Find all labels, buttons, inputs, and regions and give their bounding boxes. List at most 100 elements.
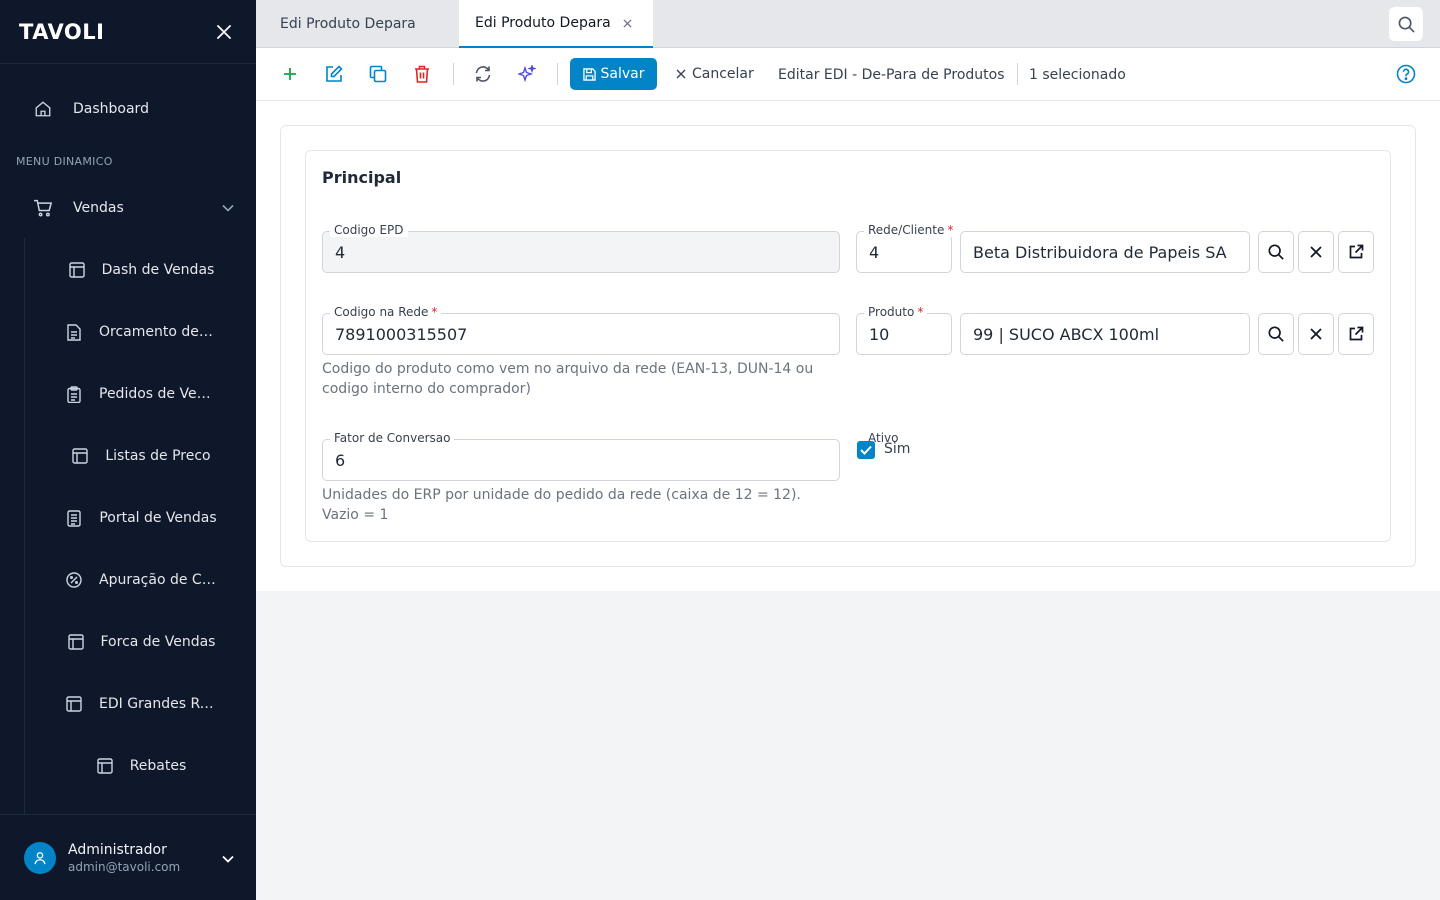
rede-cliente-search-button[interactable] (1258, 231, 1294, 273)
codigo-rede-value: 7891000315507 (335, 324, 468, 344)
tab-bar: Edi Produto Depara Edi Produto Depara (256, 0, 1440, 48)
required-marker: * (947, 223, 954, 237)
chevron-down-icon (222, 200, 234, 216)
duplicate-button[interactable] (366, 62, 390, 86)
ai-assist-button[interactable] (515, 62, 539, 86)
user-name: Administrador (68, 841, 167, 858)
sidebar-group-label: Vendas (73, 200, 124, 216)
codigo-rede-hint: Codigo do produto como vem no arquivo da… (322, 359, 813, 399)
sidebar-item-forca-vendas[interactable]: Forca de Vendas (25, 622, 257, 662)
sidebar-item-listas-preco[interactable]: Listas de Preco (25, 436, 257, 476)
fator-conversao-hint: Unidades do ERP por unidade do pedido da… (322, 485, 801, 525)
close-icon (1310, 328, 1322, 340)
rede-cliente-clear-button[interactable] (1298, 231, 1334, 273)
toolbar-divider (557, 63, 558, 85)
external-link-icon (1348, 326, 1364, 342)
produto-code-input[interactable]: 10 (856, 313, 952, 355)
hint-line: Unidades do ERP por unidade do pedido da… (322, 487, 801, 503)
document-icon (65, 509, 83, 527)
produto-open-button[interactable] (1338, 313, 1374, 355)
layout-icon (71, 447, 89, 465)
sidebar-item-rebates[interactable]: Rebates (25, 746, 257, 786)
layout-icon (68, 261, 86, 279)
selection-count: 1 selecionado (1029, 66, 1126, 83)
close-tab-icon[interactable] (623, 18, 632, 28)
sidebar-group-vendas[interactable]: Vendas (0, 188, 256, 228)
sidebar-item-label: Rebates (129, 758, 187, 774)
label-text: Codigo na Rede (334, 305, 429, 319)
label-text: Fator de Conversao (334, 431, 451, 445)
fator-conversao-input[interactable]: 6 (322, 439, 840, 481)
sidebar-item-label: Dashboard (73, 101, 149, 117)
tab-label: Edi Produto Depara (280, 16, 416, 32)
ativo-checkbox[interactable] (857, 441, 875, 459)
tab-edi-produto-depara-2[interactable]: Edi Produto Depara (459, 0, 653, 48)
produto-search-button[interactable] (1258, 313, 1294, 355)
save-button[interactable]: Salvar (570, 58, 657, 90)
help-icon (1396, 64, 1416, 84)
sidebar-item-label: Dash de Vendas (101, 262, 215, 278)
sidebar-item-label: EDI Grandes Redes (99, 696, 217, 712)
chevron-down-icon[interactable] (222, 848, 234, 867)
rede-cliente-label: Rede/Cliente * (864, 223, 958, 237)
label-text: Codigo EPD (334, 223, 404, 237)
refresh-button[interactable] (471, 62, 495, 86)
produto-label: Produto * (864, 305, 928, 319)
toolbar: Salvar Cancelar Editar EDI - De-Para de … (256, 48, 1440, 101)
close-icon (1310, 246, 1322, 258)
cancel-label: Cancelar (692, 66, 754, 82)
toolbar-divider (453, 63, 454, 85)
delete-button[interactable] (410, 62, 434, 86)
codigo-epd-label: Codigo EPD (330, 223, 408, 237)
cancel-button[interactable]: Cancelar (676, 58, 754, 90)
rede-cliente-code-value: 4 (869, 242, 880, 262)
sidebar-item-edi-grandes-redes[interactable]: EDI Grandes Redes (25, 684, 257, 724)
global-search-button[interactable] (1389, 7, 1423, 41)
search-icon (1268, 326, 1284, 342)
sidebar-item-dash-vendas[interactable]: Dash de Vendas (25, 250, 257, 290)
sidebar-item-dashboard[interactable]: Dashboard (0, 89, 256, 129)
sidebar-section-label: MENU DINAMICO (16, 155, 113, 168)
layout-icon (65, 695, 83, 713)
clipboard-icon (65, 385, 83, 403)
cart-icon (32, 199, 54, 217)
sidebar-item-orcamento[interactable]: Orcamento de Vendas (25, 312, 257, 352)
codigo-rede-input[interactable]: 7891000315507 (322, 313, 840, 355)
hint-line: Codigo do produto como vem no arquivo da… (322, 361, 814, 377)
produto-clear-button[interactable] (1298, 313, 1334, 355)
sidebar-item-label: Listas de Preco (105, 448, 211, 464)
produto-code-value: 10 (869, 324, 890, 344)
codigo-epd-value: 4 (335, 242, 346, 262)
edit-button[interactable] (322, 62, 346, 86)
fator-conversao-value: 6 (335, 450, 346, 470)
produto-name-field: 99 | SUCO ABCX 100ml (960, 313, 1250, 355)
sidebar-header: TAVOLI (0, 0, 256, 64)
user-menu[interactable]: Administrador admin@tavoli.com (0, 814, 256, 900)
sidebar-item-label: Apuração de Comissões (99, 572, 217, 588)
close-icon[interactable] (212, 20, 236, 44)
search-icon (1268, 244, 1284, 260)
rede-cliente-open-button[interactable] (1338, 231, 1374, 273)
label-text: Rede/Cliente (868, 223, 945, 237)
trash-icon (414, 65, 430, 83)
sidebar-item-pedidos[interactable]: Pedidos de Venda (25, 374, 257, 414)
add-button[interactable] (278, 62, 302, 86)
required-marker: * (431, 305, 438, 319)
brand-logo: TAVOLI (19, 19, 105, 44)
sidebar-item-label: Forca de Vendas (100, 634, 216, 650)
save-label: Salvar (600, 66, 645, 82)
tab-label: Edi Produto Depara (475, 15, 611, 31)
sidebar-item-portal-vendas[interactable]: Portal de Vendas (25, 498, 257, 538)
sidebar-item-apuracao[interactable]: Apuração de Comissões (25, 560, 257, 600)
rede-cliente-code-input[interactable]: 4 (856, 231, 952, 273)
home-icon (32, 100, 54, 118)
edit-icon (325, 65, 343, 83)
help-button[interactable] (1396, 64, 1416, 84)
sidebar: TAVOLI Dashboard MENU DINAMICO Vendas Da… (0, 0, 256, 900)
sparkles-icon (518, 65, 536, 83)
layout-icon (96, 757, 114, 775)
tab-edi-produto-depara-1[interactable]: Edi Produto Depara (256, 0, 458, 48)
external-link-icon (1348, 244, 1364, 260)
checkmark-icon (860, 445, 872, 455)
layout-icon (67, 633, 85, 651)
